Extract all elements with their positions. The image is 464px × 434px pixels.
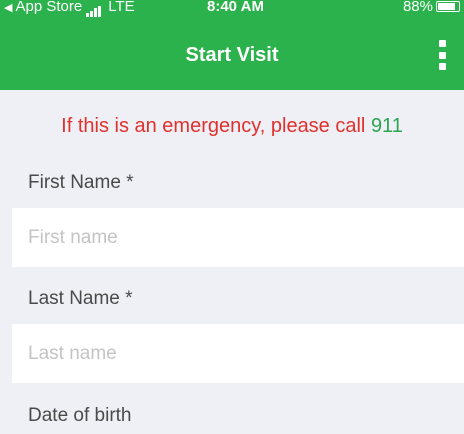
navigation-bar: ◀ App Store LTE 8:40 AM 88% Start Visit xyxy=(0,0,464,90)
menu-dot xyxy=(438,63,446,70)
status-left[interactable]: ◀ App Store LTE xyxy=(4,0,135,17)
page-title: Start Visit xyxy=(185,44,279,66)
emergency-text: If this is an emergency, please call xyxy=(61,115,371,137)
emergency-number[interactable]: 911 xyxy=(371,115,403,137)
status-time: 8:40 AM xyxy=(207,0,264,15)
emergency-notice: If this is an emergency, please call 911 xyxy=(0,115,464,138)
status-bar: ◀ App Store LTE 8:40 AM 88% xyxy=(0,0,464,18)
battery-icon xyxy=(436,1,460,12)
last-name-field[interactable] xyxy=(12,324,464,383)
last-name-label: Last Name * xyxy=(28,288,133,309)
back-arrow-icon: ◀ xyxy=(4,2,13,14)
first-name-label: First Name * xyxy=(28,172,134,193)
date-of-birth-label: Date of birth xyxy=(28,405,132,426)
first-name-field[interactable] xyxy=(12,208,464,267)
vertical-ellipsis-icon xyxy=(438,40,446,47)
network-label: LTE xyxy=(108,0,135,15)
back-app-label: App Store xyxy=(15,0,83,15)
more-menu-button[interactable] xyxy=(436,40,448,70)
menu-dot xyxy=(438,51,446,59)
battery-percent: 88% xyxy=(402,0,433,15)
status-right: 88% xyxy=(403,0,460,16)
signal-icon xyxy=(86,0,102,17)
